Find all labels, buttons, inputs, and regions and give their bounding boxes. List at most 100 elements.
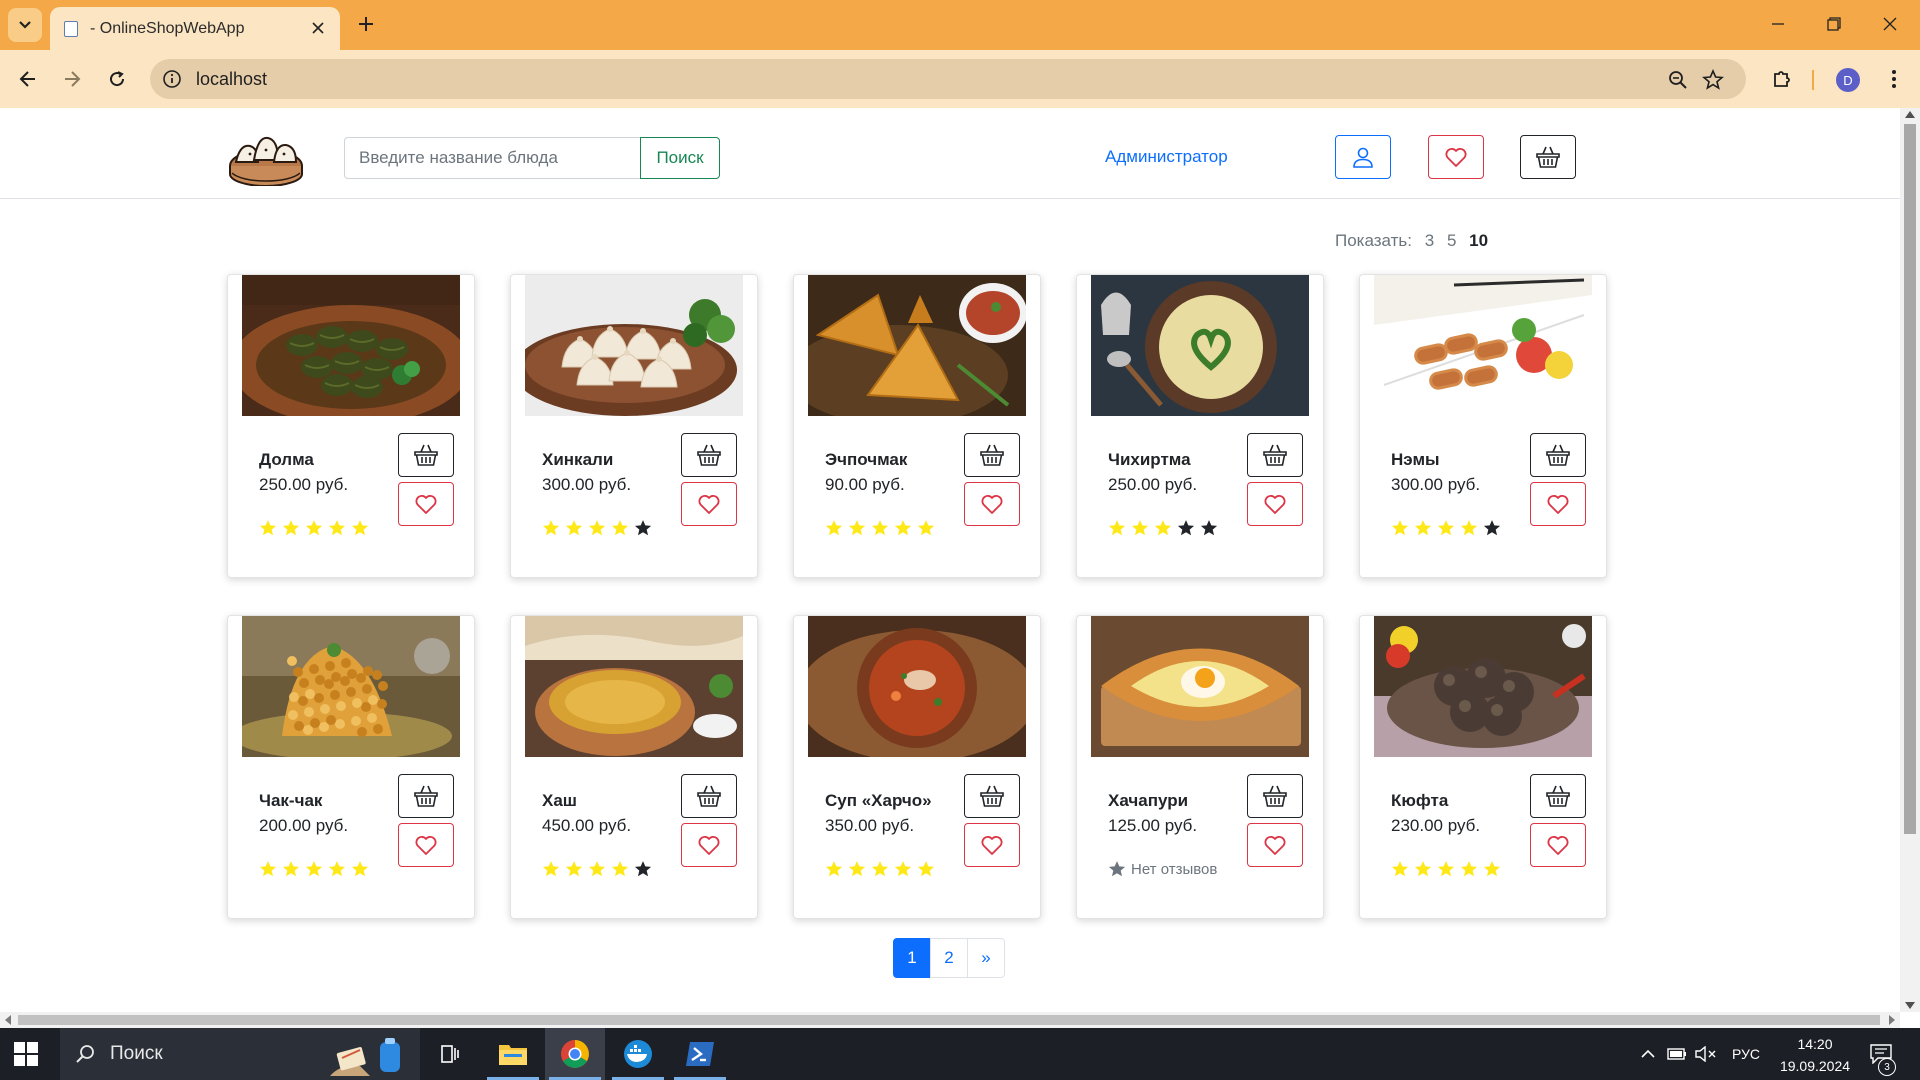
scroll-up-arrow-icon[interactable] [1905,111,1915,118]
product-name[interactable]: Хинкали [542,450,613,470]
product-card[interactable]: Чак-чак 200.00 руб. [227,615,475,919]
browser-menu-button[interactable] [1880,65,1908,93]
windows-start-icon[interactable] [14,1042,38,1066]
extensions-button[interactable] [1768,65,1796,93]
add-to-favorites-button[interactable] [964,823,1020,867]
product-card[interactable]: Нэмы 300.00 руб. [1359,274,1607,578]
add-to-favorites-button[interactable] [1530,823,1586,867]
echpochmak-photo[interactable] [808,275,1026,416]
page-size-option-10[interactable]: 10 [1469,231,1488,250]
product-name[interactable]: Хаш [542,791,577,811]
taskbar-clock[interactable]: 14:20 19.09.2024 [1770,1033,1860,1077]
product-name[interactable]: Чихиртма [1108,450,1191,470]
product-name[interactable]: Кюфта [1391,791,1448,811]
taskbar-file-explorer[interactable] [483,1028,543,1080]
taskbar-chrome[interactable] [545,1028,605,1080]
add-to-favorites-button[interactable] [1247,823,1303,867]
account-button[interactable] [1335,135,1391,179]
taskbar-search-box[interactable]: Поиск [60,1028,420,1080]
add-to-favorites-button[interactable] [1530,482,1586,526]
khash-photo[interactable] [525,616,743,757]
khachapuri-photo[interactable] [1091,616,1309,757]
product-card[interactable]: Суп «Харчо» 350.00 руб. [793,615,1041,919]
product-card[interactable]: Долма 250.00 руб. [227,274,475,578]
dish-search-input[interactable] [344,137,640,179]
bookmark-star-icon[interactable] [1702,69,1724,91]
volume-status[interactable] [1692,1028,1720,1080]
add-to-favorites-button[interactable] [964,482,1020,526]
product-card[interactable]: Эчпочмак 90.00 руб. [793,274,1041,578]
battery-status[interactable] [1664,1028,1690,1080]
product-card[interactable]: Кюфта 230.00 руб. [1359,615,1607,919]
add-to-cart-button[interactable] [681,774,737,818]
page-link-2[interactable]: 2 [930,938,968,978]
product-name[interactable]: Долма [259,450,314,470]
zoom-icon[interactable] [1667,69,1689,91]
add-to-cart-button[interactable] [1247,774,1303,818]
new-tab-button[interactable] [352,10,380,38]
site-info-icon[interactable] [162,69,182,89]
restore-button[interactable] [1814,8,1854,40]
add-to-cart-button[interactable] [964,433,1020,477]
reload-button[interactable] [101,63,133,95]
khinkali-photo[interactable] [525,275,743,416]
tab-search-button[interactable] [8,8,42,42]
cart-button[interactable] [1520,135,1576,179]
tray-overflow-button[interactable] [1635,1028,1661,1080]
page-size-option-5[interactable]: 5 [1447,231,1456,250]
back-button[interactable] [12,63,44,95]
taskbar-powershell[interactable] [670,1028,730,1080]
nems-photo[interactable] [1374,275,1592,416]
horizontal-scrollbar[interactable] [0,1012,1900,1028]
add-to-favorites-button[interactable] [398,823,454,867]
forward-button[interactable] [56,63,88,95]
add-to-cart-button[interactable] [681,433,737,477]
dumplings-logo-icon[interactable] [228,130,304,186]
favorites-button[interactable] [1428,135,1484,179]
input-language[interactable]: РУС [1726,1028,1766,1080]
chak-chak-photo[interactable] [242,616,460,757]
minimize-button[interactable] [1758,8,1798,40]
page-link-1[interactable]: 1 [893,938,931,978]
add-to-cart-button[interactable] [964,774,1020,818]
dolma-photo[interactable] [242,275,460,416]
page-size-option-3[interactable]: 3 [1425,231,1434,250]
product-name[interactable]: Чак-чак [259,791,322,811]
add-to-cart-button[interactable] [1247,433,1303,477]
product-card[interactable]: Хинкали 300.00 руб. [510,274,758,578]
vertical-scrollbar[interactable] [1900,108,1920,1012]
add-to-cart-button[interactable] [1530,774,1586,818]
browser-tab[interactable]: - OnlineShopWebApp [50,7,340,50]
page-link-next[interactable]: » [967,938,1005,978]
add-to-favorites-button[interactable] [1247,482,1303,526]
close-window-button[interactable] [1870,8,1910,40]
hscrollbar-thumb[interactable] [18,1015,1880,1025]
scroll-down-arrow-icon[interactable] [1905,1002,1915,1009]
task-view-button[interactable] [420,1028,480,1080]
add-to-cart-button[interactable] [398,433,454,477]
taskbar-search-text[interactable]: Поиск [110,1043,163,1065]
add-to-favorites-button[interactable] [398,482,454,526]
profile-avatar[interactable]: D [1836,68,1860,92]
add-to-cart-button[interactable] [1530,433,1586,477]
add-to-favorites-button[interactable] [681,482,737,526]
product-card[interactable]: Хаш 450.00 руб. [510,615,758,919]
kharcho-photo[interactable] [808,616,1026,757]
product-name[interactable]: Эчпочмак [825,450,907,470]
product-card[interactable]: Хачапури 125.00 руб. Нет отзывов [1076,615,1324,919]
scroll-left-arrow-icon[interactable] [5,1015,11,1025]
product-card[interactable]: Чихиртма 250.00 руб. [1076,274,1324,578]
scrollbar-thumb[interactable] [1904,124,1916,834]
address-bar[interactable]: localhost [150,59,1746,99]
kyufta-photo[interactable] [1374,616,1592,757]
search-button[interactable]: Поиск [640,137,720,179]
taskbar-docker[interactable] [608,1028,668,1080]
url-text[interactable]: localhost [196,69,267,90]
admin-link[interactable]: Администратор [1105,147,1228,167]
product-name[interactable]: Нэмы [1391,450,1440,470]
product-name[interactable]: Суп «Харчо» [825,791,932,811]
product-name[interactable]: Хачапури [1108,791,1188,811]
scroll-right-arrow-icon[interactable] [1889,1015,1895,1025]
add-to-cart-button[interactable] [398,774,454,818]
chikhirtma-photo[interactable] [1091,275,1309,416]
